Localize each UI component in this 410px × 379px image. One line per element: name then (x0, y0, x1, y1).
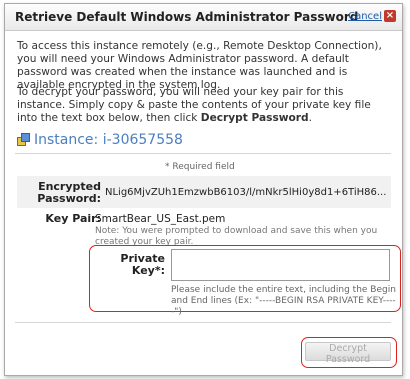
key-pair-label: Key Pair: (45, 212, 101, 225)
instance-id: i-30657558 (102, 132, 183, 148)
private-key-input[interactable] (171, 249, 390, 281)
cancel-link[interactable]: Cancel (348, 11, 382, 22)
dialog-title: Retrieve Default Windows Administrator P… (15, 10, 359, 24)
private-key-label: Private Key*: (120, 252, 165, 277)
footer-divider (15, 322, 391, 323)
private-key-highlight: Private Key*: Please include the entire … (89, 245, 401, 317)
dialog-titlebar: Retrieve Default Windows Administrator P… (5, 4, 402, 31)
key-pair-value: SmartBear_US_East.pem (95, 213, 226, 225)
divider (15, 153, 391, 154)
decrypt-instructions-end: . (308, 112, 312, 124)
decrypt-password-button[interactable]: Decrypt Password (305, 342, 391, 365)
encrypted-password-row: Encrypted Password: NLig6MjvZUh1EmzwbB61… (17, 176, 391, 208)
close-icon[interactable]: × (384, 10, 396, 22)
decrypt-instructions-text: To decrypt your password, you will need … (17, 86, 371, 124)
encrypted-password-label: Encrypted Password: (37, 180, 101, 205)
decrypt-button-highlight: Decrypt Password (301, 337, 397, 368)
instance-icon (17, 133, 30, 146)
retrieve-password-dialog: Retrieve Default Windows Administrator P… (4, 3, 403, 376)
intro-paragraph: To access this instance remotely (e.g., … (17, 40, 382, 91)
encrypted-password-value: NLig6MjvZUh1EmzwbB6103/l/mNkr5lHi0y8d1+6… (105, 187, 387, 198)
instance-label: Instance: (34, 132, 99, 148)
required-field-note: * Required field (165, 162, 235, 172)
decrypt-instructions-bold: Decrypt Password (200, 112, 309, 124)
decrypt-instructions: To decrypt your password, you will need … (17, 86, 393, 125)
instance-heading: Instance: i-30657558 (17, 132, 183, 150)
private-key-note: Please include the entire text, includin… (171, 285, 396, 317)
